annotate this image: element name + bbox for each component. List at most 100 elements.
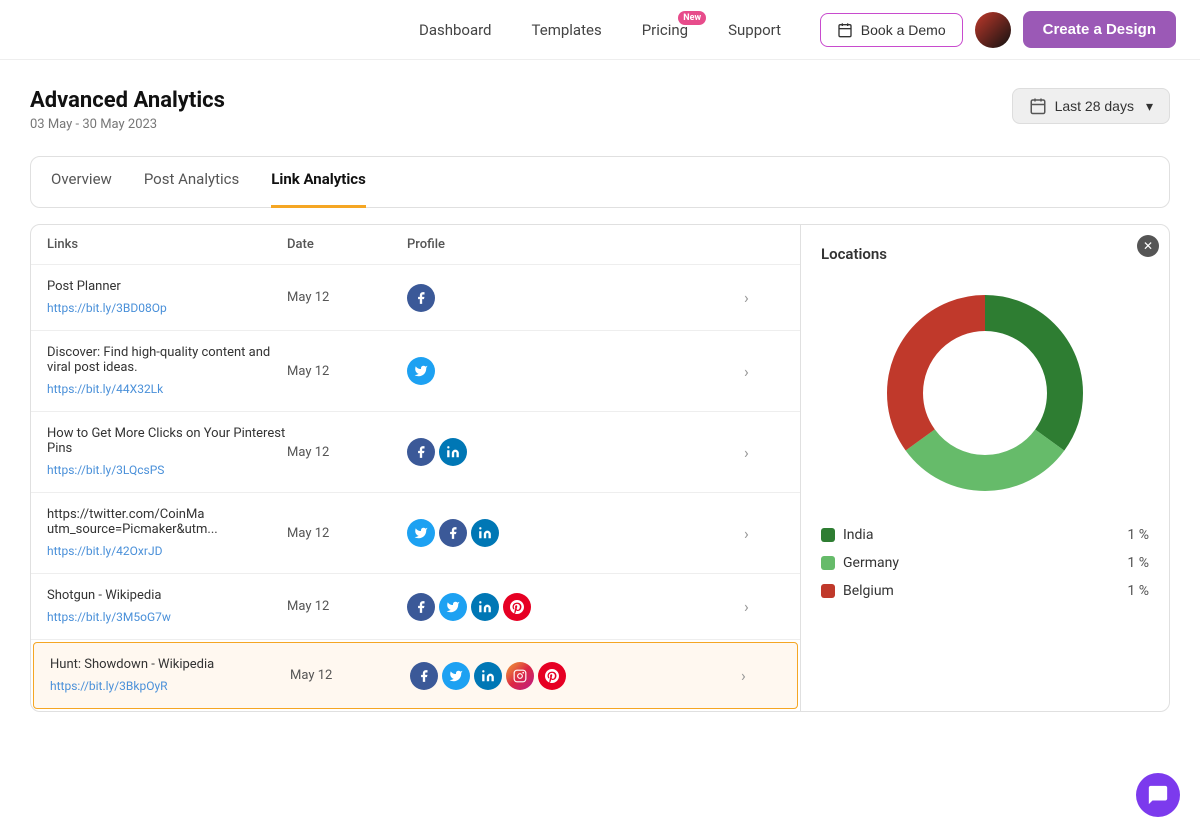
nav-templates[interactable]: Templates bbox=[532, 21, 602, 39]
profiles-cell bbox=[407, 438, 744, 466]
link-url[interactable]: https://bit.ly/42OxrJD bbox=[47, 544, 162, 558]
fb-icon bbox=[407, 284, 435, 312]
page-header-left: Advanced Analytics 03 May - 30 May 2023 bbox=[30, 88, 225, 132]
page-header: Advanced Analytics 03 May - 30 May 2023 … bbox=[30, 88, 1170, 132]
nav-support[interactable]: Support bbox=[728, 21, 781, 39]
main-layout: Links Date Profile Post Planner https://… bbox=[30, 224, 1170, 712]
link-date: May 12 bbox=[287, 290, 407, 305]
link-url[interactable]: https://bit.ly/3BkpOyR bbox=[50, 679, 168, 693]
legend-dot bbox=[821, 528, 835, 542]
create-design-button[interactable]: Create a Design bbox=[1023, 11, 1176, 48]
row-chevron[interactable]: › bbox=[744, 443, 784, 462]
link-cell: How to Get More Clicks on Your Pinterest… bbox=[47, 426, 287, 478]
nav-right: Book a Demo Create a Design bbox=[820, 11, 1176, 48]
tw-icon bbox=[439, 593, 467, 621]
pi-icon bbox=[503, 593, 531, 621]
tw-icon bbox=[407, 357, 435, 385]
table-row: Shotgun - Wikipedia https://bit.ly/3M5oG… bbox=[31, 574, 800, 640]
fb-icon bbox=[439, 519, 467, 547]
legend-list: India 1 % Germany 1 % Belgium 1 % bbox=[821, 527, 1149, 599]
legend-label: Belgium bbox=[843, 583, 894, 599]
page-title: Advanced Analytics bbox=[30, 88, 225, 113]
row-chevron[interactable]: › bbox=[744, 597, 784, 616]
chat-bubble-button[interactable] bbox=[1136, 773, 1180, 817]
page-content: Advanced Analytics 03 May - 30 May 2023 … bbox=[0, 60, 1200, 740]
link-url[interactable]: https://bit.ly/44X32Lk bbox=[47, 382, 163, 396]
tab-post-analytics[interactable]: Post Analytics bbox=[144, 156, 239, 208]
link-date: May 12 bbox=[287, 599, 407, 614]
tab-overview[interactable]: Overview bbox=[51, 156, 112, 208]
chat-icon bbox=[1147, 784, 1169, 806]
link-url[interactable]: https://bit.ly/3BD08Op bbox=[47, 301, 167, 315]
calendar-icon-picker bbox=[1029, 97, 1047, 115]
link-cell: Post Planner https://bit.ly/3BD08Op bbox=[47, 279, 287, 316]
fb-icon bbox=[407, 438, 435, 466]
legend-dot bbox=[821, 584, 835, 598]
link-title: Shotgun - Wikipedia bbox=[47, 588, 287, 603]
tw-icon bbox=[407, 519, 435, 547]
table-row: https://twitter.com/CoinMa utm_source=Pi… bbox=[31, 493, 800, 574]
link-cell: Discover: Find high-quality content and … bbox=[47, 345, 287, 397]
locations-title: Locations bbox=[821, 245, 1149, 263]
date-range: 03 May - 30 May 2023 bbox=[30, 117, 225, 132]
legend-left: India bbox=[821, 527, 873, 543]
donut-chart bbox=[875, 283, 1095, 503]
row-chevron[interactable]: › bbox=[744, 524, 784, 543]
row-chevron[interactable]: › bbox=[744, 362, 784, 381]
table-row: How to Get More Clicks on Your Pinterest… bbox=[31, 412, 800, 493]
locations-panel: ✕ Locations bbox=[801, 225, 1169, 711]
ig-icon bbox=[506, 662, 534, 690]
li-icon bbox=[474, 662, 502, 690]
link-cell: Hunt: Showdown - Wikipedia https://bit.l… bbox=[50, 657, 290, 694]
profiles-cell bbox=[407, 284, 744, 312]
col-links: Links bbox=[47, 237, 287, 252]
legend-item: India 1 % bbox=[821, 527, 1149, 543]
profiles-cell bbox=[407, 519, 744, 547]
col-date: Date bbox=[287, 237, 407, 252]
link-url[interactable]: https://bit.ly/3M5oG7w bbox=[47, 610, 171, 624]
row-chevron[interactable]: › bbox=[744, 288, 784, 307]
table-header: Links Date Profile bbox=[31, 225, 800, 265]
table-row: Hunt: Showdown - Wikipedia https://bit.l… bbox=[33, 642, 798, 709]
table-row: Discover: Find high-quality content and … bbox=[31, 331, 800, 412]
avatar[interactable] bbox=[975, 12, 1011, 48]
date-picker-button[interactable]: Last 28 days ▾ bbox=[1012, 88, 1170, 124]
link-date: May 12 bbox=[287, 364, 407, 379]
link-title: https://twitter.com/CoinMa utm_source=Pi… bbox=[47, 507, 287, 537]
link-date: May 12 bbox=[287, 445, 407, 460]
table-body: Post Planner https://bit.ly/3BD08Op May … bbox=[31, 265, 800, 709]
fb-icon bbox=[407, 593, 435, 621]
li-icon bbox=[439, 438, 467, 466]
profiles-cell bbox=[407, 357, 744, 385]
chevron-down-icon: ▾ bbox=[1146, 98, 1153, 115]
navbar: Dashboard Templates Pricing New Support … bbox=[0, 0, 1200, 60]
profiles-cell bbox=[410, 662, 741, 690]
legend-left: Belgium bbox=[821, 583, 894, 599]
link-title: Hunt: Showdown - Wikipedia bbox=[50, 657, 290, 672]
tab-link-analytics[interactable]: Link Analytics bbox=[271, 156, 366, 208]
tw-icon bbox=[442, 662, 470, 690]
legend-dot bbox=[821, 556, 835, 570]
link-date: May 12 bbox=[287, 526, 407, 541]
col-action bbox=[744, 237, 784, 252]
legend-item: Germany 1 % bbox=[821, 555, 1149, 571]
col-profile: Profile bbox=[407, 237, 744, 252]
link-cell: Shotgun - Wikipedia https://bit.ly/3M5oG… bbox=[47, 588, 287, 625]
legend-pct: 1 % bbox=[1127, 583, 1149, 599]
link-url[interactable]: https://bit.ly/3LQcsPS bbox=[47, 463, 164, 477]
link-title: How to Get More Clicks on Your Pinterest… bbox=[47, 426, 287, 456]
book-demo-button[interactable]: Book a Demo bbox=[820, 13, 963, 47]
nav-dashboard[interactable]: Dashboard bbox=[419, 21, 492, 39]
calendar-icon bbox=[837, 22, 853, 38]
donut-chart-wrap bbox=[821, 283, 1149, 503]
tabs-bar: Overview Post Analytics Link Analytics bbox=[30, 156, 1170, 208]
legend-item: Belgium 1 % bbox=[821, 583, 1149, 599]
row-chevron[interactable]: › bbox=[741, 666, 781, 685]
legend-pct: 1 % bbox=[1127, 555, 1149, 571]
li-icon bbox=[471, 593, 499, 621]
close-button[interactable]: ✕ bbox=[1137, 235, 1159, 257]
legend-left: Germany bbox=[821, 555, 899, 571]
nav-pricing[interactable]: Pricing New bbox=[642, 21, 688, 39]
pi-icon bbox=[538, 662, 566, 690]
link-date: May 12 bbox=[290, 668, 410, 683]
